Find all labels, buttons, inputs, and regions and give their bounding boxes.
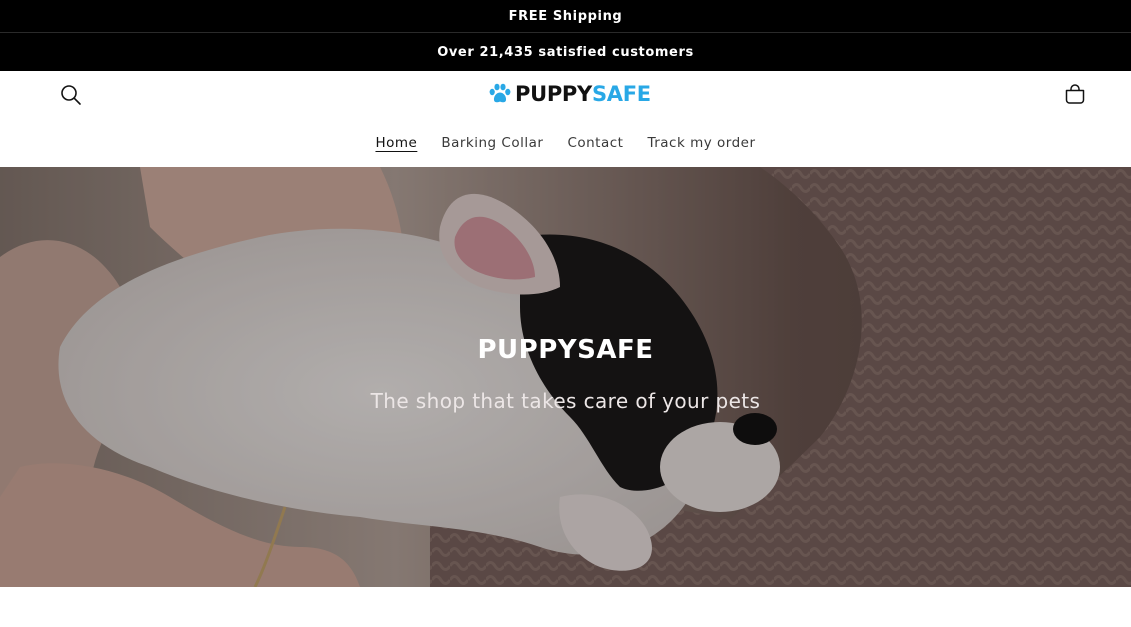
paw-icon <box>489 83 511 103</box>
logo-text-puppy: PUPPY <box>515 81 592 106</box>
nav-link-barking-collar[interactable]: Barking Collar <box>441 135 543 153</box>
cart-icon <box>1065 84 1085 104</box>
announcement-bar-customers: Over 21,435 satisfied customers <box>0 33 1131 71</box>
announcement-text: Over 21,435 satisfied customers <box>437 44 694 60</box>
cart-button[interactable] <box>1061 80 1089 108</box>
site-logo[interactable]: PUPPY SAFE <box>488 81 651 107</box>
nav-link-track-order[interactable]: Track my order <box>647 135 755 153</box>
hero-overlay <box>0 167 1131 587</box>
search-icon <box>61 85 81 105</box>
nav-link-home[interactable]: Home <box>375 135 417 153</box>
main-navigation: Home Barking Collar Contact Track my ord… <box>0 135 1131 153</box>
site-header: PUPPY SAFE Home Barking Collar Contact Tr… <box>0 71 1131 167</box>
hero-title: PUPPYSAFE <box>477 335 654 365</box>
announcement-text: FREE Shipping <box>508 8 623 24</box>
logo-text-safe: SAFE <box>591 81 651 106</box>
nav-link-contact[interactable]: Contact <box>567 135 623 153</box>
announcement-bar-shipping: FREE Shipping <box>0 0 1131 32</box>
hero-subtitle: The shop that takes care of your pets <box>370 389 761 413</box>
search-button[interactable] <box>57 81 85 109</box>
hero-banner: PUPPYSAFE The shop that takes care of yo… <box>0 167 1131 587</box>
